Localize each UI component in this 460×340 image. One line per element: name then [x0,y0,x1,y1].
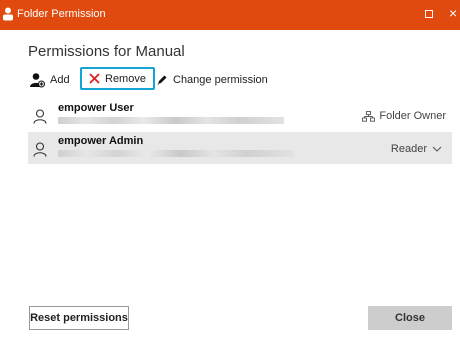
page-title: Permissions for Manual [28,43,185,60]
user-avatar-icon [33,109,47,124]
user-name: empower User [58,102,134,114]
add-button[interactable]: Add [29,70,70,90]
role-label: Folder Owner [362,110,446,122]
close-button[interactable]: Close [368,306,452,330]
user-row[interactable]: empower User Folder Owner [28,99,452,131]
user-row[interactable]: empower Admin Reader [28,132,452,164]
add-label: Add [50,74,70,86]
redacted-email [58,117,284,124]
pencil-icon [157,75,167,85]
chevron-down-icon [432,146,442,152]
change-permission-label: Change permission [173,74,268,86]
role-dropdown[interactable]: Reader [391,143,442,155]
remove-label: Remove [105,72,146,85]
app-icon [3,7,13,21]
window-title: Folder Permission [17,8,106,20]
title-bar: Folder Permission × [0,0,460,30]
network-icon [362,110,376,122]
remove-button[interactable]: Remove [80,67,155,90]
change-permission-button[interactable]: Change permission [156,70,268,90]
maximize-button[interactable] [425,10,433,18]
reset-permissions-button[interactable]: Reset permissions [29,306,129,330]
redacted-email [58,150,294,157]
remove-x-icon [89,73,100,84]
role-text: Folder Owner [379,110,446,122]
add-user-icon [30,73,45,88]
user-avatar-icon [33,142,47,157]
user-name: empower Admin [58,135,144,147]
close-window-button[interactable]: × [449,5,457,21]
role-text: Reader [390,143,427,155]
